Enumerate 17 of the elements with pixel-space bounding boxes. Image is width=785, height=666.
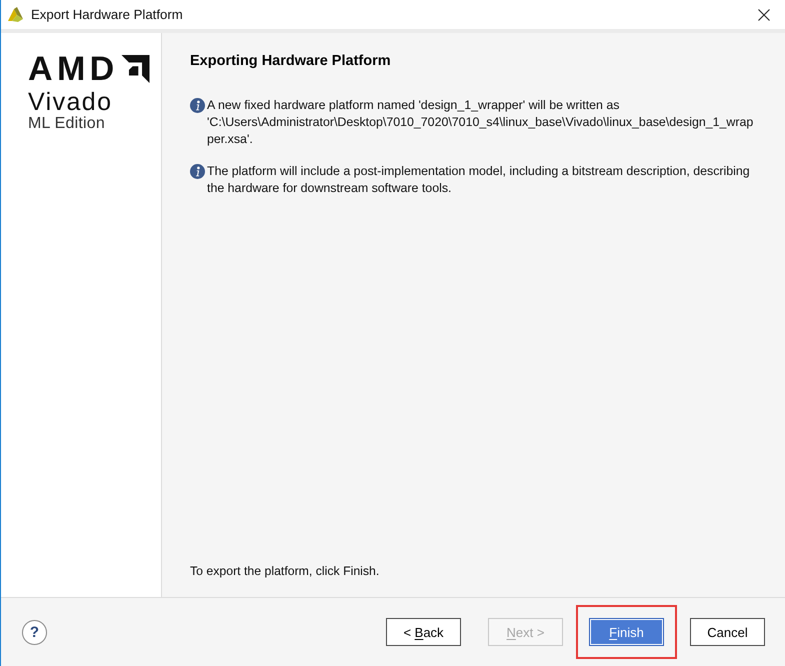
- message-text: A new fixed hardware platform named 'design_1_wrapper' will be written as 'C:\Users\Administrator\Desktop\7010_7020\7010_s4\linux_base\Vivado\linux_base\design_1_wrapper.xsa'.: [207, 97, 754, 148]
- dialog-button[interactable]: Finish: [589, 618, 664, 646]
- brand-name: AMD: [28, 52, 119, 86]
- message-text: The platform will include a post-implementation model, including a bitstream description, describing the hardware for downstream software tools.: [207, 163, 751, 197]
- page-heading: Exporting Hardware Platform: [190, 52, 391, 70]
- edition-name: ML Edition: [28, 116, 105, 132]
- product-name: Vivado: [28, 90, 112, 115]
- arrow-logo-icon: [120, 55, 150, 83]
- close-icon: [758, 8, 770, 20]
- dialog-button[interactable]: Cancel: [690, 618, 765, 646]
- dialog-button[interactable]: < Back: [386, 618, 461, 646]
- info-icon: [190, 98, 205, 113]
- info-icon: [190, 164, 205, 179]
- app-logo-icon: [8, 7, 23, 22]
- footer-hint: To export the platform, click Finish.: [190, 563, 380, 580]
- window-title: Export Hardware Platform: [31, 6, 183, 24]
- help-button[interactable]: ?: [22, 620, 47, 644]
